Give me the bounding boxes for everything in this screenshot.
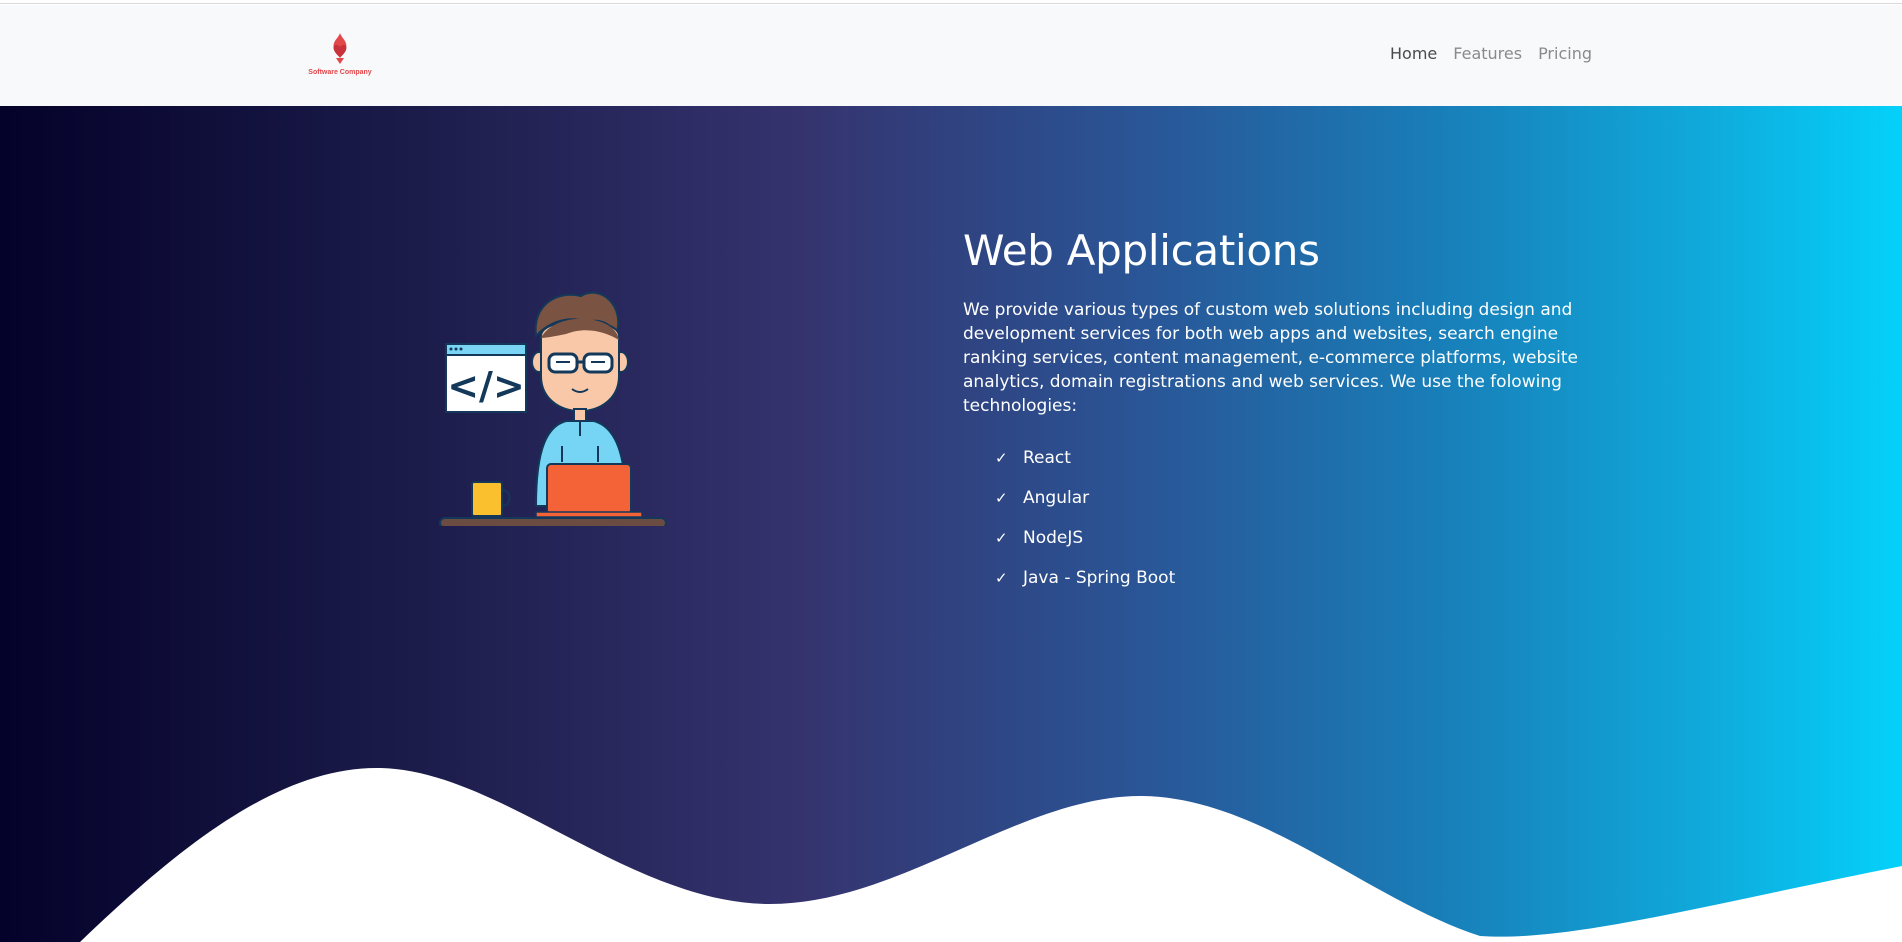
brand-name: Software Company xyxy=(308,69,372,76)
nav-home[interactable]: Home xyxy=(1390,44,1437,63)
brand-logo[interactable]: Software Company xyxy=(300,31,380,87)
top-border xyxy=(0,0,1902,4)
nav-features[interactable]: Features xyxy=(1453,44,1522,63)
main-nav: Home Features Pricing xyxy=(1390,44,1592,63)
hero-section: </> Web Applications We provide various … xyxy=(0,106,1902,942)
navbar: Software Company Home Features Pricing xyxy=(0,5,1902,106)
flame-heart-icon xyxy=(333,33,347,64)
nav-pricing[interactable]: Pricing xyxy=(1538,44,1592,63)
wave-divider xyxy=(80,767,1902,942)
